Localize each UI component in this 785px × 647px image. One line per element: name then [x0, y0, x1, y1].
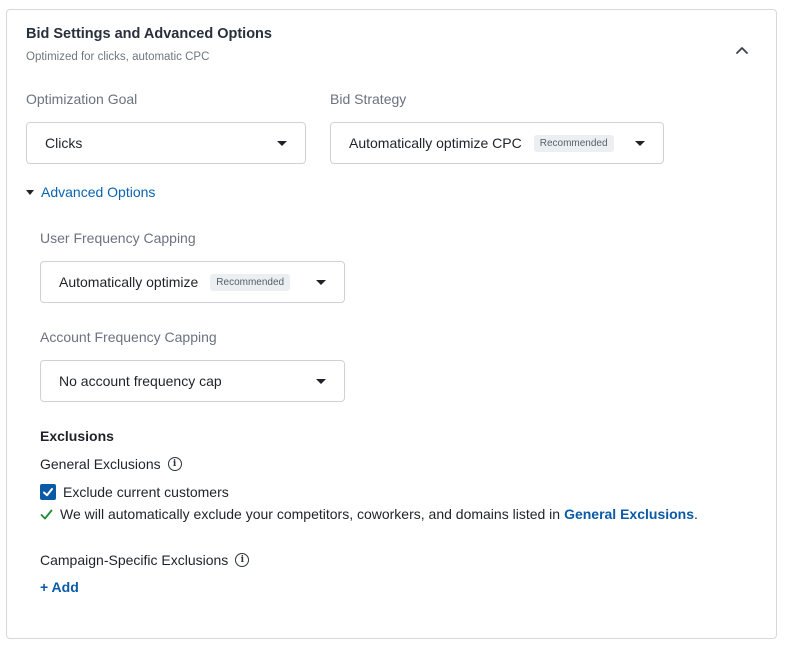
auto-exclusion-period: . [694, 506, 698, 522]
checkmark-icon [43, 488, 53, 497]
add-exclusion-button[interactable]: + Add [40, 579, 79, 595]
recommended-badge: Recommended [210, 273, 291, 291]
user-frequency-label: User Frequency Capping [40, 230, 196, 246]
info-icon[interactable]: i [235, 553, 250, 567]
exclude-customers-checkbox[interactable] [40, 484, 56, 500]
card-title: Bid Settings and Advanced Options [26, 26, 272, 42]
general-exclusions-link[interactable]: General Exclusions [564, 506, 694, 522]
optimization-goal-value: Clicks [45, 135, 83, 151]
auto-exclusion-text: We will automatically exclude your compe… [60, 506, 561, 522]
campaign-exclusions-row: Campaign-Specific Exclusions i [40, 552, 250, 568]
card-subtitle: Optimized for clicks, automatic CPC [26, 51, 210, 63]
bid-strategy-label: Bid Strategy [330, 91, 407, 107]
general-exclusions-row: General Exclusions i [40, 456, 182, 472]
auto-exclusion-note: We will automatically exclude your compe… [40, 506, 698, 522]
checkmark-icon [40, 509, 53, 519]
exclude-customers-label: Exclude current customers [63, 484, 229, 500]
caret-down-icon [316, 280, 326, 285]
account-frequency-select[interactable]: No account frequency cap [40, 360, 345, 402]
exclude-customers-row: Exclude current customers [40, 484, 229, 500]
chevron-up-icon [736, 47, 748, 54]
collapse-button[interactable] [732, 40, 752, 60]
caret-down-icon [277, 141, 287, 146]
general-exclusions-label: General Exclusions [40, 456, 161, 472]
optimization-goal-select[interactable]: Clicks [26, 122, 306, 164]
advanced-options-toggle[interactable]: Advanced Options [26, 184, 155, 200]
user-frequency-value: Automatically optimize [59, 274, 199, 290]
caret-down-icon [635, 141, 645, 146]
caret-down-icon [316, 379, 326, 384]
info-icon[interactable]: i [167, 457, 182, 471]
account-frequency-label: Account Frequency Capping [40, 329, 217, 345]
optimization-goal-label: Optimization Goal [26, 91, 138, 107]
recommended-badge: Recommended [533, 134, 614, 152]
account-frequency-value: No account frequency cap [59, 373, 222, 389]
campaign-exclusions-label: Campaign-Specific Exclusions [40, 552, 229, 568]
bid-strategy-select[interactable]: Automatically optimize CPC Recommended [330, 122, 664, 164]
caret-down-icon [26, 189, 34, 195]
bid-settings-card: Bid Settings and Advanced Options Optimi… [6, 9, 777, 639]
exclusions-heading: Exclusions [40, 428, 114, 444]
advanced-options-label: Advanced Options [41, 184, 156, 200]
bid-strategy-value: Automatically optimize CPC [349, 135, 522, 151]
user-frequency-select[interactable]: Automatically optimize Recommended [40, 261, 345, 303]
